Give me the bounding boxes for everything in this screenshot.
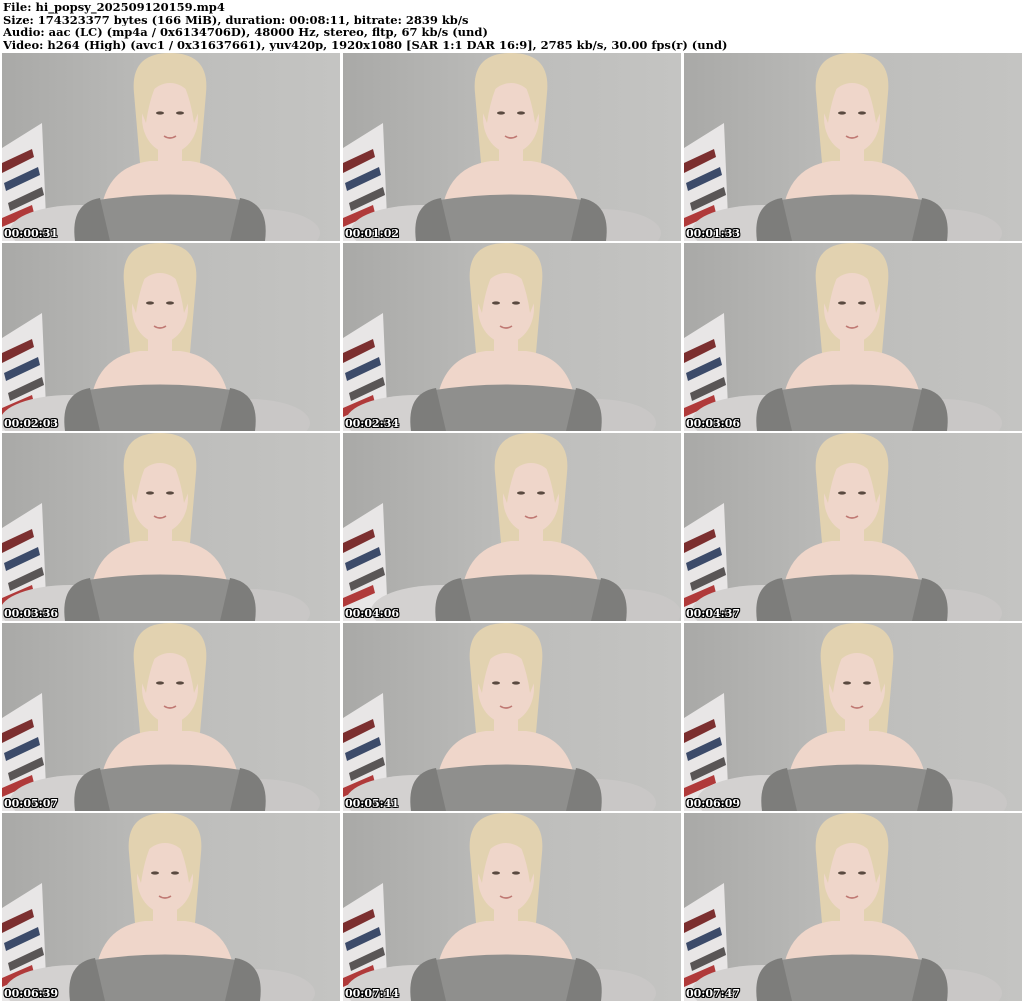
- video-info-header: File: hi_popsy_202509120159.mp4 Size: 17…: [3, 1, 1021, 51]
- video-thumbnail: 00:01:33: [684, 53, 1022, 241]
- thumbnail-timestamp: 00:07:47: [686, 987, 741, 1000]
- thumbnail-timestamp: 00:04:37: [686, 607, 741, 620]
- video-thumbnail: 00:07:14: [343, 813, 681, 1001]
- video-thumbnail: 00:05:41: [343, 623, 681, 811]
- thumbnail-timestamp: 00:04:06: [345, 607, 400, 620]
- frame-image: [2, 433, 340, 621]
- video-thumbnail: 00:03:36: [2, 433, 340, 621]
- frame-image: [343, 433, 681, 621]
- video-thumbnail: 00:02:03: [2, 243, 340, 431]
- audio-info-line: Audio: aac (LC) (mp4a / 0x6134706D), 480…: [3, 26, 488, 39]
- frame-image: [343, 243, 681, 431]
- frame-image: [343, 623, 681, 811]
- frame-image: [2, 623, 340, 811]
- video-thumbnail: 00:06:09: [684, 623, 1022, 811]
- frame-image: [2, 243, 340, 431]
- frame-image: [2, 813, 340, 1001]
- video-thumbnail: 00:04:06: [343, 433, 681, 621]
- thumbnail-timestamp: 00:05:41: [345, 797, 400, 810]
- frame-image: [684, 433, 1022, 621]
- video-thumbnail: 00:01:02: [343, 53, 681, 241]
- frame-image: [684, 813, 1022, 1001]
- thumbnail-timestamp: 00:05:07: [4, 797, 59, 810]
- frame-image: [684, 623, 1022, 811]
- video-thumbnail: 00:05:07: [2, 623, 340, 811]
- frame-image: [684, 243, 1022, 431]
- video-thumbnail: 00:03:06: [684, 243, 1022, 431]
- thumbnail-timestamp: 00:01:02: [345, 227, 400, 240]
- thumbnail-grid: 00:00:31 00:01:02 00:01:33 00:02:03 00:02:34…: [2, 53, 1022, 1003]
- video-thumbnail: 00:06:39: [2, 813, 340, 1001]
- file-size-line: Size: 174323377 bytes (166 MiB), duratio…: [3, 13, 469, 26]
- thumbnail-timestamp: 00:01:33: [686, 227, 741, 240]
- thumbnail-timestamp: 00:06:39: [4, 987, 59, 1000]
- thumbnail-timestamp: 00:00:31: [4, 227, 59, 240]
- frame-image: [684, 53, 1022, 241]
- video-thumbnail: 00:00:31: [2, 53, 340, 241]
- video-thumbnail: 00:02:34: [343, 243, 681, 431]
- video-info-line: Video: h264 (High) (avc1 / 0x31637661), …: [3, 38, 728, 51]
- thumbnail-timestamp: 00:06:09: [686, 797, 741, 810]
- thumbnail-timestamp: 00:07:14: [345, 987, 400, 1000]
- frame-image: [343, 53, 681, 241]
- video-thumbnail: 00:04:37: [684, 433, 1022, 621]
- thumbnail-timestamp: 00:03:36: [4, 607, 59, 620]
- thumbnail-timestamp: 00:02:34: [345, 417, 400, 430]
- file-name-line: File: hi_popsy_202509120159.mp4: [3, 1, 225, 14]
- thumbnail-timestamp: 00:03:06: [686, 417, 741, 430]
- video-thumbnail: 00:07:47: [684, 813, 1022, 1001]
- frame-image: [343, 813, 681, 1001]
- thumbnail-timestamp: 00:02:03: [4, 417, 59, 430]
- frame-image: [2, 53, 340, 241]
